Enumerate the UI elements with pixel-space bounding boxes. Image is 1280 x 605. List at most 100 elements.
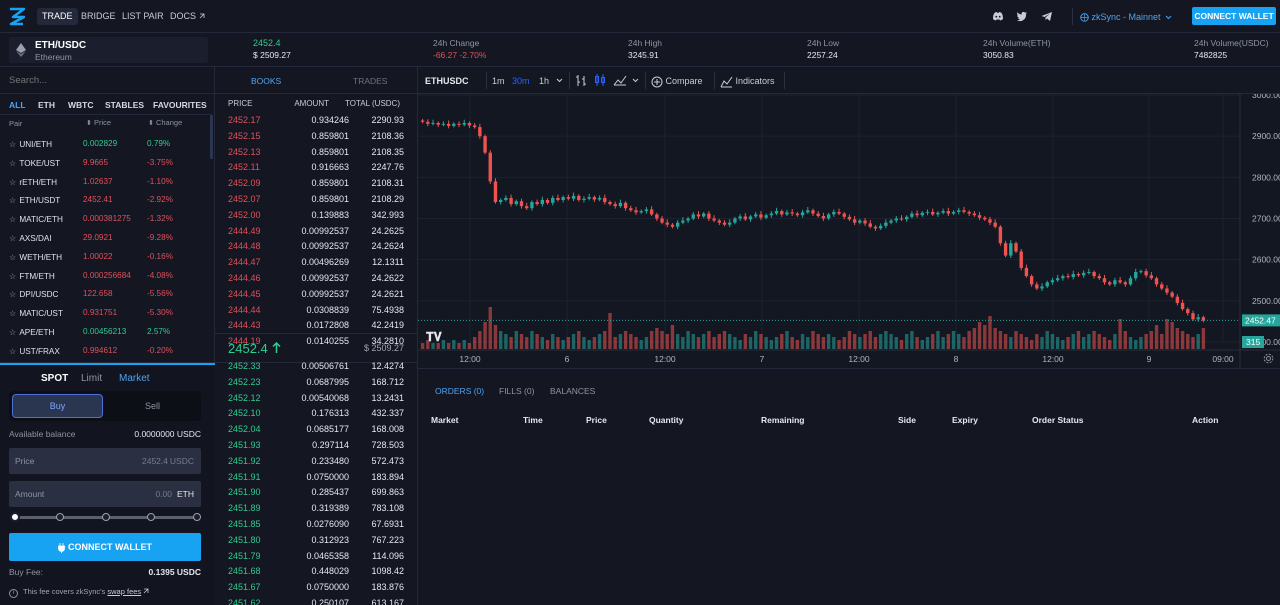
col-price[interactable]: ⬍ Price <box>86 118 111 127</box>
candle-body[interactable] <box>592 197 597 200</box>
chevron-down-icon[interactable] <box>632 78 639 83</box>
candle-body[interactable] <box>972 213 977 216</box>
candle-body[interactable] <box>1170 292 1174 297</box>
candle-body[interactable] <box>509 197 513 205</box>
pair-row[interactable]: ☆ FTM/ETH 0.000256684 -4.08% <box>0 266 212 285</box>
candle-body[interactable] <box>1019 251 1023 268</box>
candle-body[interactable] <box>639 211 643 213</box>
candle-body[interactable] <box>889 220 893 223</box>
settings-gear-icon[interactable] <box>1263 353 1274 364</box>
pair-selector[interactable]: ETH/USDC Ethereum <box>9 37 208 63</box>
candle-body[interactable] <box>597 197 602 200</box>
filter-favourites[interactable]: FAVOURITES <box>153 100 207 110</box>
candle-body[interactable] <box>1191 313 1195 320</box>
candle-body[interactable] <box>941 211 945 213</box>
candle-body[interactable] <box>951 211 956 214</box>
candle-body[interactable] <box>608 202 612 205</box>
candle-body[interactable] <box>983 217 987 220</box>
candle-body[interactable] <box>472 125 477 128</box>
candle-body[interactable] <box>1097 276 1101 279</box>
pair-row[interactable]: ☆ MATIC/ETH 0.000381275 -1.32% <box>0 209 212 228</box>
chevron-down-icon[interactable] <box>556 78 563 83</box>
candle-body[interactable] <box>603 197 607 203</box>
candle-body[interactable] <box>483 136 487 153</box>
candle-body[interactable] <box>1066 276 1070 278</box>
candle-body[interactable] <box>873 226 878 229</box>
interval-30m[interactable]: 30m <box>512 74 530 88</box>
candle-body[interactable] <box>899 218 904 220</box>
bid-row[interactable]: 2451.67 0.0750000 183.876 <box>215 580 418 596</box>
tab-fills[interactable]: FILLS (0) <box>499 386 534 396</box>
candle-body[interactable] <box>436 122 440 125</box>
candle-body[interactable] <box>728 222 732 225</box>
candle-body[interactable] <box>1076 274 1081 276</box>
candle-body[interactable] <box>701 213 706 217</box>
candle-body[interactable] <box>504 197 508 200</box>
pair-row[interactable]: ☆ MATIC/UST 0.931751 -5.30% <box>0 303 212 322</box>
candle-body[interactable] <box>514 201 518 205</box>
sell-button[interactable]: Sell <box>107 394 198 418</box>
ask-row[interactable]: 2452.15 0.859801 2108.36 <box>215 129 418 145</box>
candle-body[interactable] <box>816 213 820 217</box>
candle-body[interactable] <box>1149 275 1154 279</box>
candle-body[interactable] <box>556 197 560 200</box>
ask-row[interactable]: 2444.43 0.0172808 42.2419 <box>215 318 418 334</box>
bid-row[interactable]: 2452.04 0.0685177 168.008 <box>215 422 418 438</box>
candle-body[interactable] <box>1160 284 1164 289</box>
filter-stables[interactable]: STABLES <box>105 100 144 110</box>
ask-row[interactable]: 2444.45 0.00992537 24.2621 <box>215 287 418 303</box>
nav-list-pair[interactable]: LIST PAIR <box>117 8 169 25</box>
candle-body[interactable] <box>806 210 810 213</box>
candle-body[interactable] <box>915 213 919 216</box>
candle-body[interactable] <box>707 213 711 219</box>
ask-row[interactable]: 2444.48 0.00992537 24.2624 <box>215 239 418 255</box>
favourite-star-icon[interactable]: ☆ <box>9 196 16 205</box>
candle-body[interactable] <box>910 213 914 217</box>
candle-body[interactable] <box>722 222 727 225</box>
candle-body[interactable] <box>759 214 763 218</box>
favourite-star-icon[interactable]: ☆ <box>9 253 16 262</box>
candle-body[interactable] <box>665 222 669 225</box>
candle-body[interactable] <box>696 214 701 217</box>
candle-body[interactable] <box>420 120 425 122</box>
candle-body[interactable] <box>931 211 935 215</box>
candle-body[interactable] <box>582 198 586 200</box>
tab-balances[interactable]: BALANCES <box>550 386 595 396</box>
slider-stop-50[interactable] <box>102 513 110 521</box>
candle-body[interactable] <box>1118 280 1122 283</box>
area-style-icon[interactable] <box>613 74 627 86</box>
candle-body[interactable] <box>905 216 909 220</box>
favourite-star-icon[interactable]: ☆ <box>9 215 16 224</box>
candle-body[interactable] <box>1045 282 1049 287</box>
ask-row[interactable]: 2452.13 0.859801 2108.35 <box>215 145 418 161</box>
tab-market[interactable]: Market <box>119 373 150 384</box>
pair-row[interactable]: ☆ UST/FRAX 0.994612 -0.20% <box>0 341 212 360</box>
candle-body[interactable] <box>993 222 997 227</box>
candle-body[interactable] <box>452 123 456 126</box>
candle-body[interactable] <box>858 220 862 223</box>
ask-row[interactable]: 2452.17 0.934246 2290.93 <box>215 113 418 129</box>
bid-row[interactable]: 2451.91 0.0750000 183.894 <box>215 470 418 486</box>
ask-row[interactable]: 2452.09 0.859801 2108.31 <box>215 176 418 192</box>
candle-body[interactable] <box>686 218 690 221</box>
candle-body[interactable] <box>540 199 545 205</box>
candle-body[interactable] <box>1128 278 1133 285</box>
candle-body[interactable] <box>1180 302 1185 310</box>
candle-body[interactable] <box>790 212 794 214</box>
ask-row[interactable]: 2444.44 0.0308839 75.4938 <box>215 303 418 319</box>
bid-row[interactable]: 2452.33 0.00506761 12.4274 <box>215 359 418 375</box>
candle-body[interactable] <box>1009 243 1013 256</box>
candle-body[interactable] <box>795 213 800 216</box>
candle-body[interactable] <box>670 224 675 227</box>
candle-body[interactable] <box>498 199 503 203</box>
col-change[interactable]: ⬍ Change <box>148 118 182 127</box>
candle-body[interactable] <box>519 201 524 207</box>
slider-stop-75[interactable] <box>147 513 155 521</box>
candle-body[interactable] <box>446 123 451 126</box>
ask-row[interactable]: 2452.07 0.859801 2108.29 <box>215 192 418 208</box>
candle-body[interactable] <box>467 122 472 126</box>
candle-body[interactable] <box>847 216 852 220</box>
candle-body[interactable] <box>1050 280 1055 283</box>
nav-docs[interactable]: DOCS <box>165 8 210 25</box>
candle-body[interactable] <box>1196 317 1200 320</box>
